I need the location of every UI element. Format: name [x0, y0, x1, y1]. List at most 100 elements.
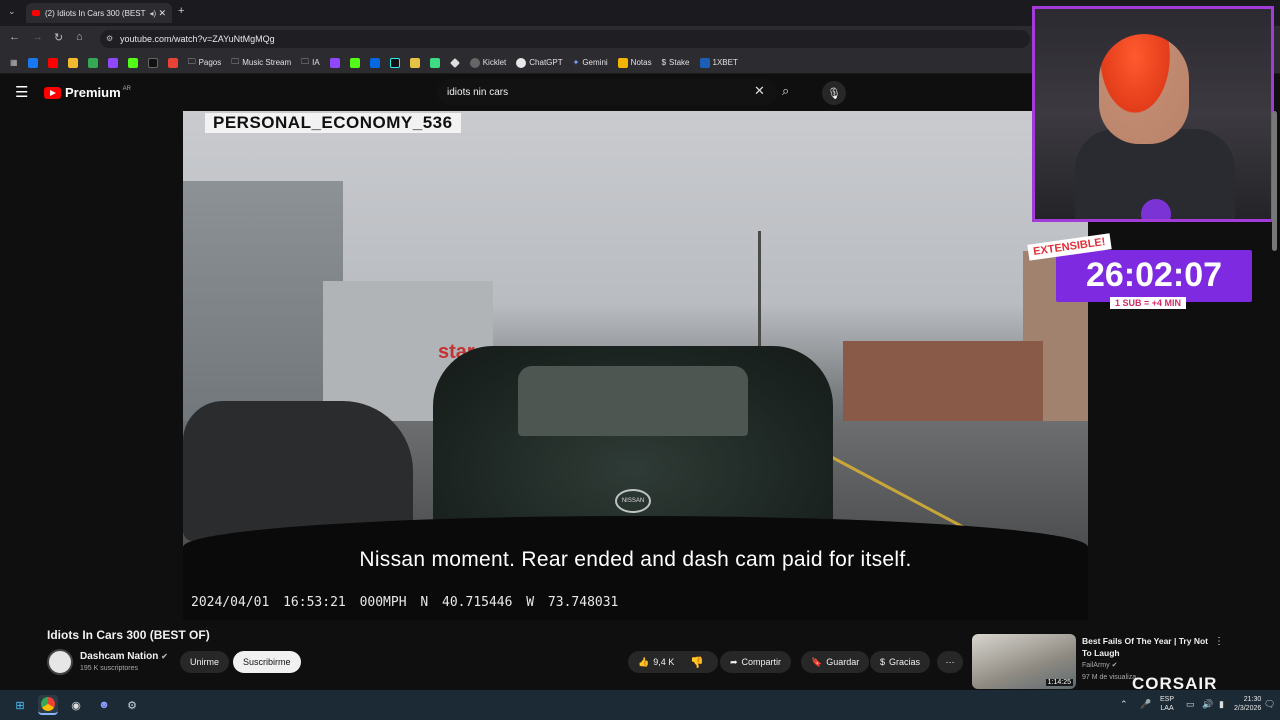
recommended-views: 97 M de visualiza [1082, 674, 1137, 681]
bookmark-diamond[interactable] [448, 55, 462, 71]
tab-youtube[interactable]: (2) Idiots In Cars 300 (BEST ◂) ✕ [26, 3, 172, 23]
bookmark-facebook[interactable] [26, 55, 40, 71]
speaker-icon[interactable]: ◂) [149, 9, 156, 18]
folder-icon: 🗀 [187, 56, 196, 66]
tray-mic-icon[interactable]: 🎤 [1140, 699, 1151, 710]
obs-icon[interactable]: ◉ [66, 695, 86, 715]
dashcam-date: 2024/04/01 [191, 595, 270, 610]
bookmark-drive[interactable] [86, 55, 100, 71]
tray-battery-icon[interactable]: ▮ [1219, 699, 1224, 710]
bookmark-gemini[interactable]: ✦ Gemini [571, 55, 610, 71]
tab-title: (2) Idiots In Cars 300 (BEST [45, 8, 146, 18]
dashcam-stamp: 2024/04/01 16:53:21 000MPH N 40.715446 W… [191, 595, 618, 610]
bookmark-binance[interactable] [66, 55, 80, 71]
webcam-emblem-icon [1141, 199, 1171, 219]
recommended-menu-icon[interactable]: ⋮ [1214, 636, 1224, 647]
stake-icon: $ [661, 58, 667, 67]
notification-icon[interactable]: 🗨 [1264, 699, 1275, 710]
verified-check-icon: ✔ [161, 652, 168, 661]
bookmark-kick[interactable] [126, 55, 140, 71]
tab-list-chevron-icon[interactable]: ⌄ [8, 6, 16, 17]
search-icon[interactable]: ⌕ [782, 83, 789, 99]
bookmark-ia[interactable]: 🗀 IA [299, 55, 322, 71]
video-scene-car-left [183, 401, 413, 541]
thumbs-down-icon[interactable]: 👎 [690, 656, 704, 669]
thumbs-up-icon: 👍 [638, 656, 650, 667]
save-button[interactable]: 🔖 Guardar [801, 651, 870, 673]
streamer-webcam [1032, 6, 1274, 222]
bookmark-chatgpt[interactable]: ChatGPT [514, 55, 564, 71]
tray-volume-icon[interactable]: 🔊 [1202, 699, 1213, 710]
windows-start-icon[interactable]: ⊞ [10, 695, 30, 715]
bookmark-music-stream[interactable]: 🗀 Music Stream [229, 55, 293, 71]
hamburger-menu-icon[interactable]: ☰ [15, 83, 28, 101]
apps-grid-icon[interactable]: ▦ [8, 55, 20, 71]
bookmark-notas[interactable]: Notas [616, 55, 654, 71]
bookmark-twitch[interactable] [106, 55, 120, 71]
channel-avatar[interactable] [47, 649, 73, 675]
reload-icon[interactable]: ↻ [54, 31, 63, 44]
clear-search-icon[interactable]: ✕ [754, 83, 765, 99]
steam-icon[interactable]: ⚙ [122, 695, 142, 715]
dashcam-time: 16:53:21 [283, 595, 346, 610]
folder-icon: 🗀 [301, 56, 310, 66]
video-player[interactable]: star NISSAN PERSONAL_ECONOMY_536 Nissan … [183, 111, 1088, 620]
tray-expand-icon[interactable]: ⌃ [1120, 699, 1128, 710]
bookmark-black[interactable] [146, 55, 160, 71]
tray-network-icon[interactable]: ▭ [1186, 699, 1195, 710]
tray-clock[interactable]: 21:30 2/3/2026 [1234, 695, 1261, 713]
sub-rate-label: 1 SUB = +4 MIN [1110, 297, 1187, 309]
nissan-badge: NISSAN [615, 489, 651, 513]
bookmark-twitch-2[interactable] [328, 55, 342, 71]
bookmark-1xbet[interactable]: 1XBET [698, 55, 740, 71]
video-caption: Nissan moment. Rear ended and dash cam p… [359, 548, 912, 571]
bookmark-kick-2[interactable] [348, 55, 362, 71]
folder-icon: 🗀 [231, 56, 240, 66]
search-input[interactable]: idiots nin cars [437, 79, 777, 105]
bookmark-misc[interactable] [408, 55, 422, 71]
dashcam-lat: N 40.715446 [420, 595, 513, 610]
subscribe-button[interactable]: Suscribirme [233, 651, 301, 673]
recommended-thumbnail[interactable]: 1:14:25 [972, 634, 1076, 689]
bookmark-gmail[interactable] [166, 55, 180, 71]
site-info-icon[interactable]: ⚙ [106, 34, 113, 43]
bookmark-link[interactable] [428, 55, 442, 71]
tray-language[interactable]: ESP LAA [1160, 695, 1174, 713]
chrome-icon[interactable] [38, 695, 58, 715]
page-scrollbar[interactable] [1272, 111, 1277, 251]
back-icon[interactable]: ← [9, 31, 20, 43]
bookmark-tiktok[interactable] [388, 55, 402, 71]
bookmark-meta[interactable] [368, 55, 382, 71]
bookmark-icon: 🔖 [811, 656, 823, 667]
webcam-person-head [1099, 34, 1189, 144]
youtube-logo[interactable]: Premium AR [44, 85, 131, 100]
dashcam-lon: W 73.748031 [526, 595, 619, 610]
new-tab-icon[interactable]: + [178, 5, 184, 17]
recommended-title[interactable]: Best Fails Of The Year | Try Not To Laug… [1082, 635, 1212, 659]
bookmark-youtube[interactable] [46, 55, 60, 71]
verified-check-icon: ✔ [1111, 662, 1118, 669]
tab-close-icon[interactable]: ✕ [158, 8, 166, 19]
share-arrow-icon: ➦ [730, 656, 738, 667]
more-actions-icon[interactable]: ⋯ [937, 651, 963, 673]
url-field[interactable]: ⚙ youtube.com/watch?v=ZAYuNtMgMQg [100, 30, 1030, 48]
super-thanks-icon: $ [880, 657, 886, 667]
share-button[interactable]: ➦ Compartir [720, 651, 792, 673]
video-scene-windshield [518, 366, 748, 436]
youtube-favicon-icon [32, 10, 40, 16]
channel-name[interactable]: Dashcam Nation ✔ [80, 651, 168, 662]
bookmark-stake[interactable]: $ Stake [660, 55, 692, 71]
discord-icon[interactable]: ☻ [94, 695, 114, 715]
thanks-button[interactable]: $ Gracias [870, 651, 931, 673]
forward-icon[interactable]: → [32, 31, 43, 43]
bookmark-pagos[interactable]: 🗀 Pagos [186, 55, 224, 71]
join-button[interactable]: Unirme [180, 651, 230, 673]
dashcam-speed: 000MPH [359, 595, 407, 610]
video-scene-building-right [843, 341, 1043, 421]
recommended-channel[interactable]: FailArmy ✔ [1082, 661, 1117, 669]
home-icon[interactable]: ⌂ [76, 31, 83, 43]
like-button[interactable]: 👍 9,4 K [628, 651, 718, 673]
voice-search-mic-icon[interactable]: 🎙 [822, 81, 846, 105]
recommended-duration: 1:14:25 [1045, 679, 1073, 686]
bookmark-kicklet[interactable]: Kicklet [468, 55, 509, 71]
